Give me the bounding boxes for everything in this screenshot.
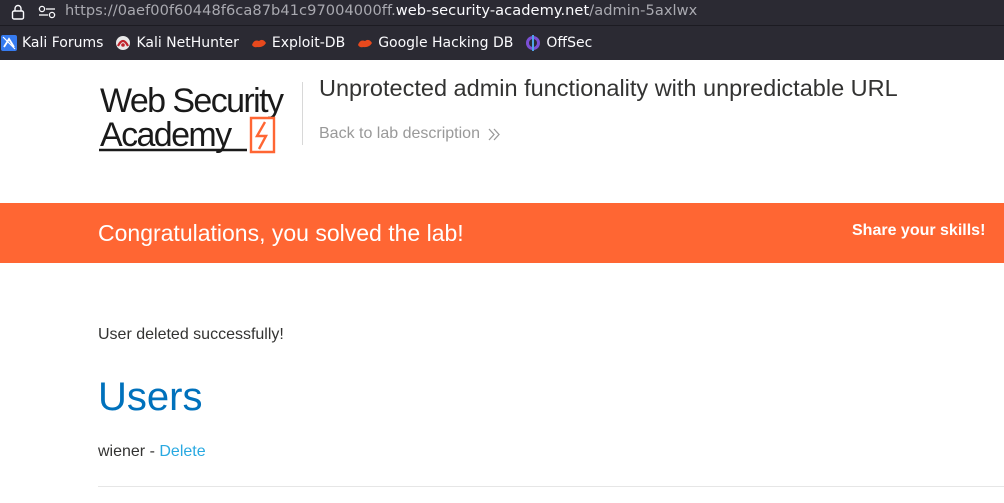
lab-solved-banner: Congratulations, you solved the lab! Sha… [0, 203, 1004, 263]
share-skills-button[interactable]: Share your skills! [852, 222, 985, 240]
status-message: User deleted successfully! [98, 326, 284, 343]
bookmark-label: OffSec [546, 35, 593, 51]
url-prefix: https://0aef00f60448f6ca87b41c97004000ff… [65, 2, 396, 19]
lock-icon[interactable] [11, 4, 25, 20]
back-link-label: Back to lab description [319, 125, 480, 142]
bookmark-label: Exploit-DB [271, 35, 346, 51]
bookmark-label: Kali Forums [22, 35, 104, 51]
browser-url-bar[interactable]: https://0aef00f60448f6ca87b41c97004000ff… [0, 0, 1004, 25]
web-security-academy-logo[interactable]: Web Security Academy [99, 80, 301, 154]
bookmark-label: Kali NetHunter [136, 35, 239, 51]
bookmark-kali-nethunter[interactable]: Kali NetHunter [115, 35, 239, 51]
bookmark-exploit-db[interactable]: Exploit-DB [251, 35, 345, 51]
congratulations-message: Congratulations, you solved the lab! [98, 220, 464, 246]
offsec-icon [526, 35, 541, 51]
permissions-icon[interactable] [38, 5, 56, 19]
logo-line2: Academy [100, 116, 232, 154]
bookmark-kali-forums[interactable]: Kali Forums [1, 35, 103, 51]
url-text[interactable]: https://0aef00f60448f6ca87b41c97004000ff… [65, 2, 697, 19]
users-heading: Users [98, 375, 203, 419]
bookmark-label: Google Hacking DB [378, 35, 514, 51]
user-name: wiener [98, 443, 146, 460]
content-divider [98, 486, 1004, 487]
url-path: /admin-5axlwx [589, 2, 698, 19]
double-chevron-right-icon [488, 128, 500, 140]
google-hacking-db-icon [358, 39, 373, 48]
exploit-db-icon [251, 39, 266, 48]
header-divider [302, 82, 303, 145]
logo-line1: Web Security [100, 82, 284, 120]
lab-title: Unprotected admin functionality with unp… [319, 75, 898, 101]
bookmark-google-hacking-db[interactable]: Google Hacking DB [357, 35, 513, 51]
url-host: web-security-academy.net [395, 2, 590, 19]
bookmarks-toolbar: Kali Forums Kali NetHunter Exploit-DB Go… [0, 25, 1004, 60]
bookmark-offsec[interactable]: OffSec [525, 35, 592, 51]
delete-user-link[interactable]: Delete [159, 443, 205, 460]
back-to-lab-link[interactable]: Back to lab description [319, 125, 500, 143]
kali-nethunter-icon [116, 36, 131, 50]
kali-forums-icon [1, 35, 17, 51]
user-separator: - [145, 443, 160, 460]
user-row: wiener - Delete [98, 443, 206, 461]
